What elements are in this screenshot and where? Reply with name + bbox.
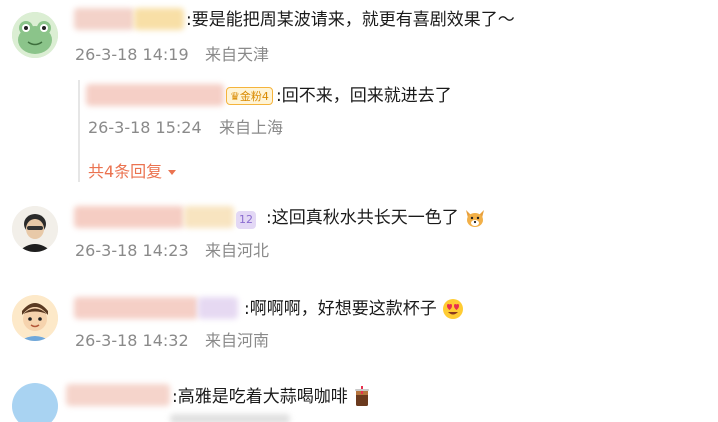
reply-location: 来自上海	[219, 118, 284, 137]
frog-avatar-icon	[12, 12, 58, 58]
cartoon-avatar-icon	[12, 295, 58, 341]
iced-coffee-emoji-icon	[355, 386, 370, 406]
username-blurred[interactable]	[66, 384, 170, 406]
avatar[interactable]	[12, 206, 58, 252]
chevron-down-icon	[168, 169, 177, 175]
heart-eyes-emoji-icon	[443, 299, 464, 319]
comment-text-label: :啊啊啊，好想要这款杯子	[244, 299, 437, 319]
username-blurred[interactable]	[184, 206, 234, 228]
dog-face-emoji-icon	[466, 210, 485, 227]
avatar[interactable]	[12, 295, 58, 341]
level-badge: 12	[236, 211, 256, 229]
level-badge-label: 12	[239, 213, 253, 226]
reply-count-link[interactable]: 共4条回复	[88, 158, 177, 182]
comment-date: 26-3-18 14:19	[75, 45, 189, 64]
reply-date: 26-3-18 15:24	[88, 118, 202, 137]
username-blurred[interactable]	[74, 8, 134, 30]
reply-count-label: 共4条回复	[88, 162, 163, 181]
comment-text: :高雅是吃着大蒜喝咖啡	[172, 386, 371, 408]
comment-location: 来自河南	[205, 331, 270, 350]
username-blurred[interactable]	[198, 297, 238, 319]
comment-location: 来自河北	[205, 241, 270, 260]
comment-text: :要是能把周某波请来，就更有喜剧效果了～	[186, 10, 515, 30]
comment-date: 26-3-18 14:23	[75, 241, 189, 260]
fan-badge: ♛金粉4	[226, 87, 273, 105]
username-blurred[interactable]	[74, 297, 198, 319]
crown-icon: ♛	[230, 90, 240, 103]
username-blurred[interactable]	[74, 206, 184, 228]
username-blurred[interactable]	[86, 84, 224, 106]
avatar[interactable]	[12, 383, 58, 422]
reply-thread: ♛金粉4 :回不来，回来就进去了 26-3-18 15:24 来自上海 共4条回…	[78, 80, 698, 182]
username-blurred[interactable]	[134, 8, 184, 30]
person-avatar-icon	[12, 206, 58, 252]
reply-text: :回不来，回来就进去了	[276, 86, 452, 106]
comment-text: :这回真秋水共长天一色了	[266, 207, 486, 229]
comment-date: 26-3-18 14:32	[75, 331, 189, 350]
avatar[interactable]	[12, 12, 58, 58]
comment-text: :啊啊啊，好想要这款杯子	[244, 298, 464, 320]
metadata-blurred	[170, 414, 290, 422]
fan-badge-label: 金粉4	[239, 90, 269, 103]
comment-text-label: :这回真秋水共长天一色了	[266, 208, 459, 228]
comment-text-label: :高雅是吃着大蒜喝咖啡	[172, 387, 348, 407]
comment-location: 来自天津	[205, 45, 270, 64]
